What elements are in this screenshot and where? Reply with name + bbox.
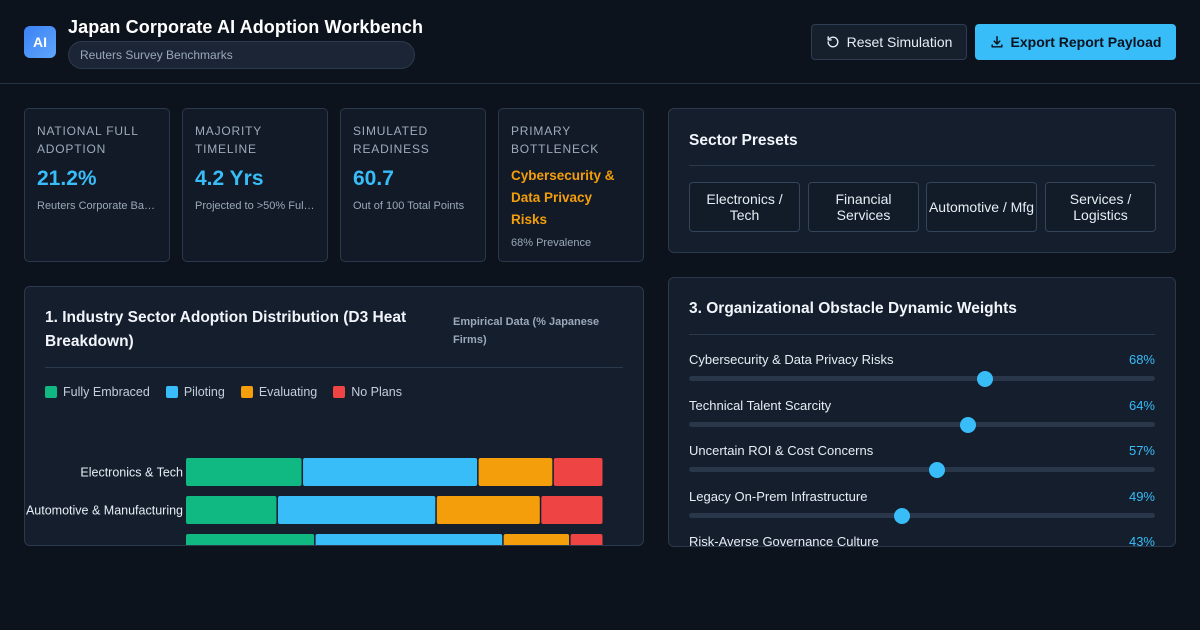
app-title: Japan Corporate AI Adoption Workbench: [68, 17, 424, 37]
preset-automotive-mfg-button[interactable]: Automotive / Mfg: [926, 182, 1037, 232]
obstacle-weights-panel: 3. Organizational Obstacle Dynamic Weigh…: [668, 277, 1176, 547]
obstacle-label: Legacy On-Prem Infrastructure: [689, 489, 868, 504]
preset-financial-services-button[interactable]: Financial Services: [808, 182, 919, 232]
slider-thumb[interactable]: [977, 371, 994, 387]
obstacle-value: 57%: [1128, 443, 1155, 458]
panel-title: Sector Presets: [689, 132, 798, 149]
obstacle-slider-cybersecurity: Cybersecurity & Data Privacy Risks 68%: [689, 352, 1155, 392]
obstacle-value: 68%: [1128, 352, 1155, 367]
sector-adoption-panel: 1. Industry Sector Adoption Distribution…: [24, 286, 644, 546]
refresh-icon: [827, 36, 839, 48]
source-badge: Reuters Survey Benchmarks: [68, 41, 415, 69]
app-logo: AI: [24, 26, 56, 58]
obstacle-label: Technical Talent Scarcity: [689, 398, 832, 413]
export-report-button[interactable]: Export Report Payload: [975, 24, 1176, 60]
kpi-note: Out of 100 Total Points: [353, 200, 465, 212]
kpi-majority-timeline: Majority Timeline 4.2 Yrs Projected to >…: [182, 108, 328, 262]
bar-segment-evaluating[interactable]: [436, 496, 540, 524]
category-label: Electronics & Tech: [80, 466, 183, 480]
slider-track[interactable]: [689, 513, 1155, 518]
slider-thumb[interactable]: [894, 508, 911, 524]
bar-segment-no-plans[interactable]: [570, 534, 603, 546]
obstacle-label: Uncertain ROI & Cost Concerns: [689, 443, 874, 458]
kpi-label: National Full Adoption: [37, 124, 139, 156]
kpi-label: Majority Timeline: [195, 124, 262, 156]
kpi-value: 4.2 Yrs: [195, 167, 264, 190]
divider: [689, 165, 1155, 166]
preset-label: Financial Services: [835, 191, 892, 223]
preset-label: Electronics / Tech: [706, 191, 783, 223]
obstacle-value: 64%: [1128, 398, 1155, 413]
divider: [689, 334, 1155, 335]
obstacle-value: 49%: [1128, 489, 1155, 504]
preset-services-logistics-button[interactable]: Services / Logistics: [1045, 182, 1156, 232]
obstacle-slider-governance: Risk-Averse Governance Culture 43%: [689, 534, 1155, 547]
bar-segment-piloting[interactable]: [315, 534, 503, 546]
kpi-national-adoption: National Full Adoption 21.2% Reuters Cor…: [24, 108, 170, 262]
bar-segment-no-plans[interactable]: [541, 496, 603, 524]
kpi-simulated-readiness: Simulated Readiness 60.7 Out of 100 Tota…: [340, 108, 486, 262]
obstacle-slider-legacy: Legacy On-Prem Infrastructure 49%: [689, 489, 1155, 529]
bar-segment-fully-embraced[interactable]: [186, 534, 315, 546]
kpi-note: Projected to >50% Full Adoption: [195, 200, 315, 212]
download-icon: [990, 36, 1003, 48]
preset-label: Services / Logistics: [1069, 191, 1132, 223]
category-label: Automotive & Manufacturing: [26, 504, 183, 518]
kpi-primary-bottleneck: Primary Bottleneck Cybersecurity & Data …: [498, 108, 644, 262]
kpi-note: 68% Prevalence: [511, 237, 592, 249]
kpi-bottleneck-value: Cybersecurity & Data Privacy Risks: [511, 168, 615, 227]
bar-segment-piloting[interactable]: [277, 496, 436, 524]
kpi-label: Simulated Readiness: [353, 124, 430, 156]
kpi-note: Reuters Corporate Baseline: [37, 200, 157, 212]
sector-presets-panel: Sector Presets Electronics / Tech Financ…: [668, 108, 1176, 253]
panel-title: 3. Organizational Obstacle Dynamic Weigh…: [689, 300, 1017, 317]
bar-segment-piloting[interactable]: [303, 458, 478, 486]
bar-segment-fully-embraced[interactable]: [186, 496, 277, 524]
slider-track[interactable]: [689, 467, 1155, 472]
reset-simulation-label: Reset Simulation: [846, 34, 953, 50]
obstacle-value: 43%: [1128, 534, 1155, 547]
slider-thumb[interactable]: [959, 417, 976, 433]
kpi-value: 60.7: [353, 167, 394, 190]
stacked-bar-chart: Electronics & Tech Automotive & Manufactu…: [26, 458, 603, 546]
reset-simulation-button[interactable]: Reset Simulation: [811, 24, 967, 60]
obstacle-slider-roi: Uncertain ROI & Cost Concerns 57%: [689, 443, 1155, 483]
slider-track[interactable]: [689, 376, 1155, 381]
export-report-label: Export Report Payload: [1010, 34, 1162, 50]
bar-segment-evaluating[interactable]: [503, 534, 570, 546]
bar-segment-no-plans[interactable]: [553, 458, 603, 486]
kpi-value: 21.2%: [37, 167, 97, 190]
preset-electronics-tech-button[interactable]: Electronics / Tech: [689, 182, 800, 232]
slider-thumb[interactable]: [929, 462, 946, 478]
slider-track[interactable]: [689, 422, 1155, 427]
kpi-label: Primary Bottleneck: [511, 124, 600, 156]
bar-segment-fully-embraced[interactable]: [186, 458, 302, 486]
preset-label: Automotive / Mfg: [928, 199, 1035, 215]
bar-segment-evaluating[interactable]: [478, 458, 553, 486]
obstacle-label: Risk-Averse Governance Culture: [689, 534, 879, 547]
obstacle-label: Cybersecurity & Data Privacy Risks: [689, 352, 894, 367]
obstacle-slider-talent: Technical Talent Scarcity 64%: [689, 398, 1155, 438]
app-header: AI Japan Corporate AI Adoption Workbench…: [0, 0, 1200, 84]
